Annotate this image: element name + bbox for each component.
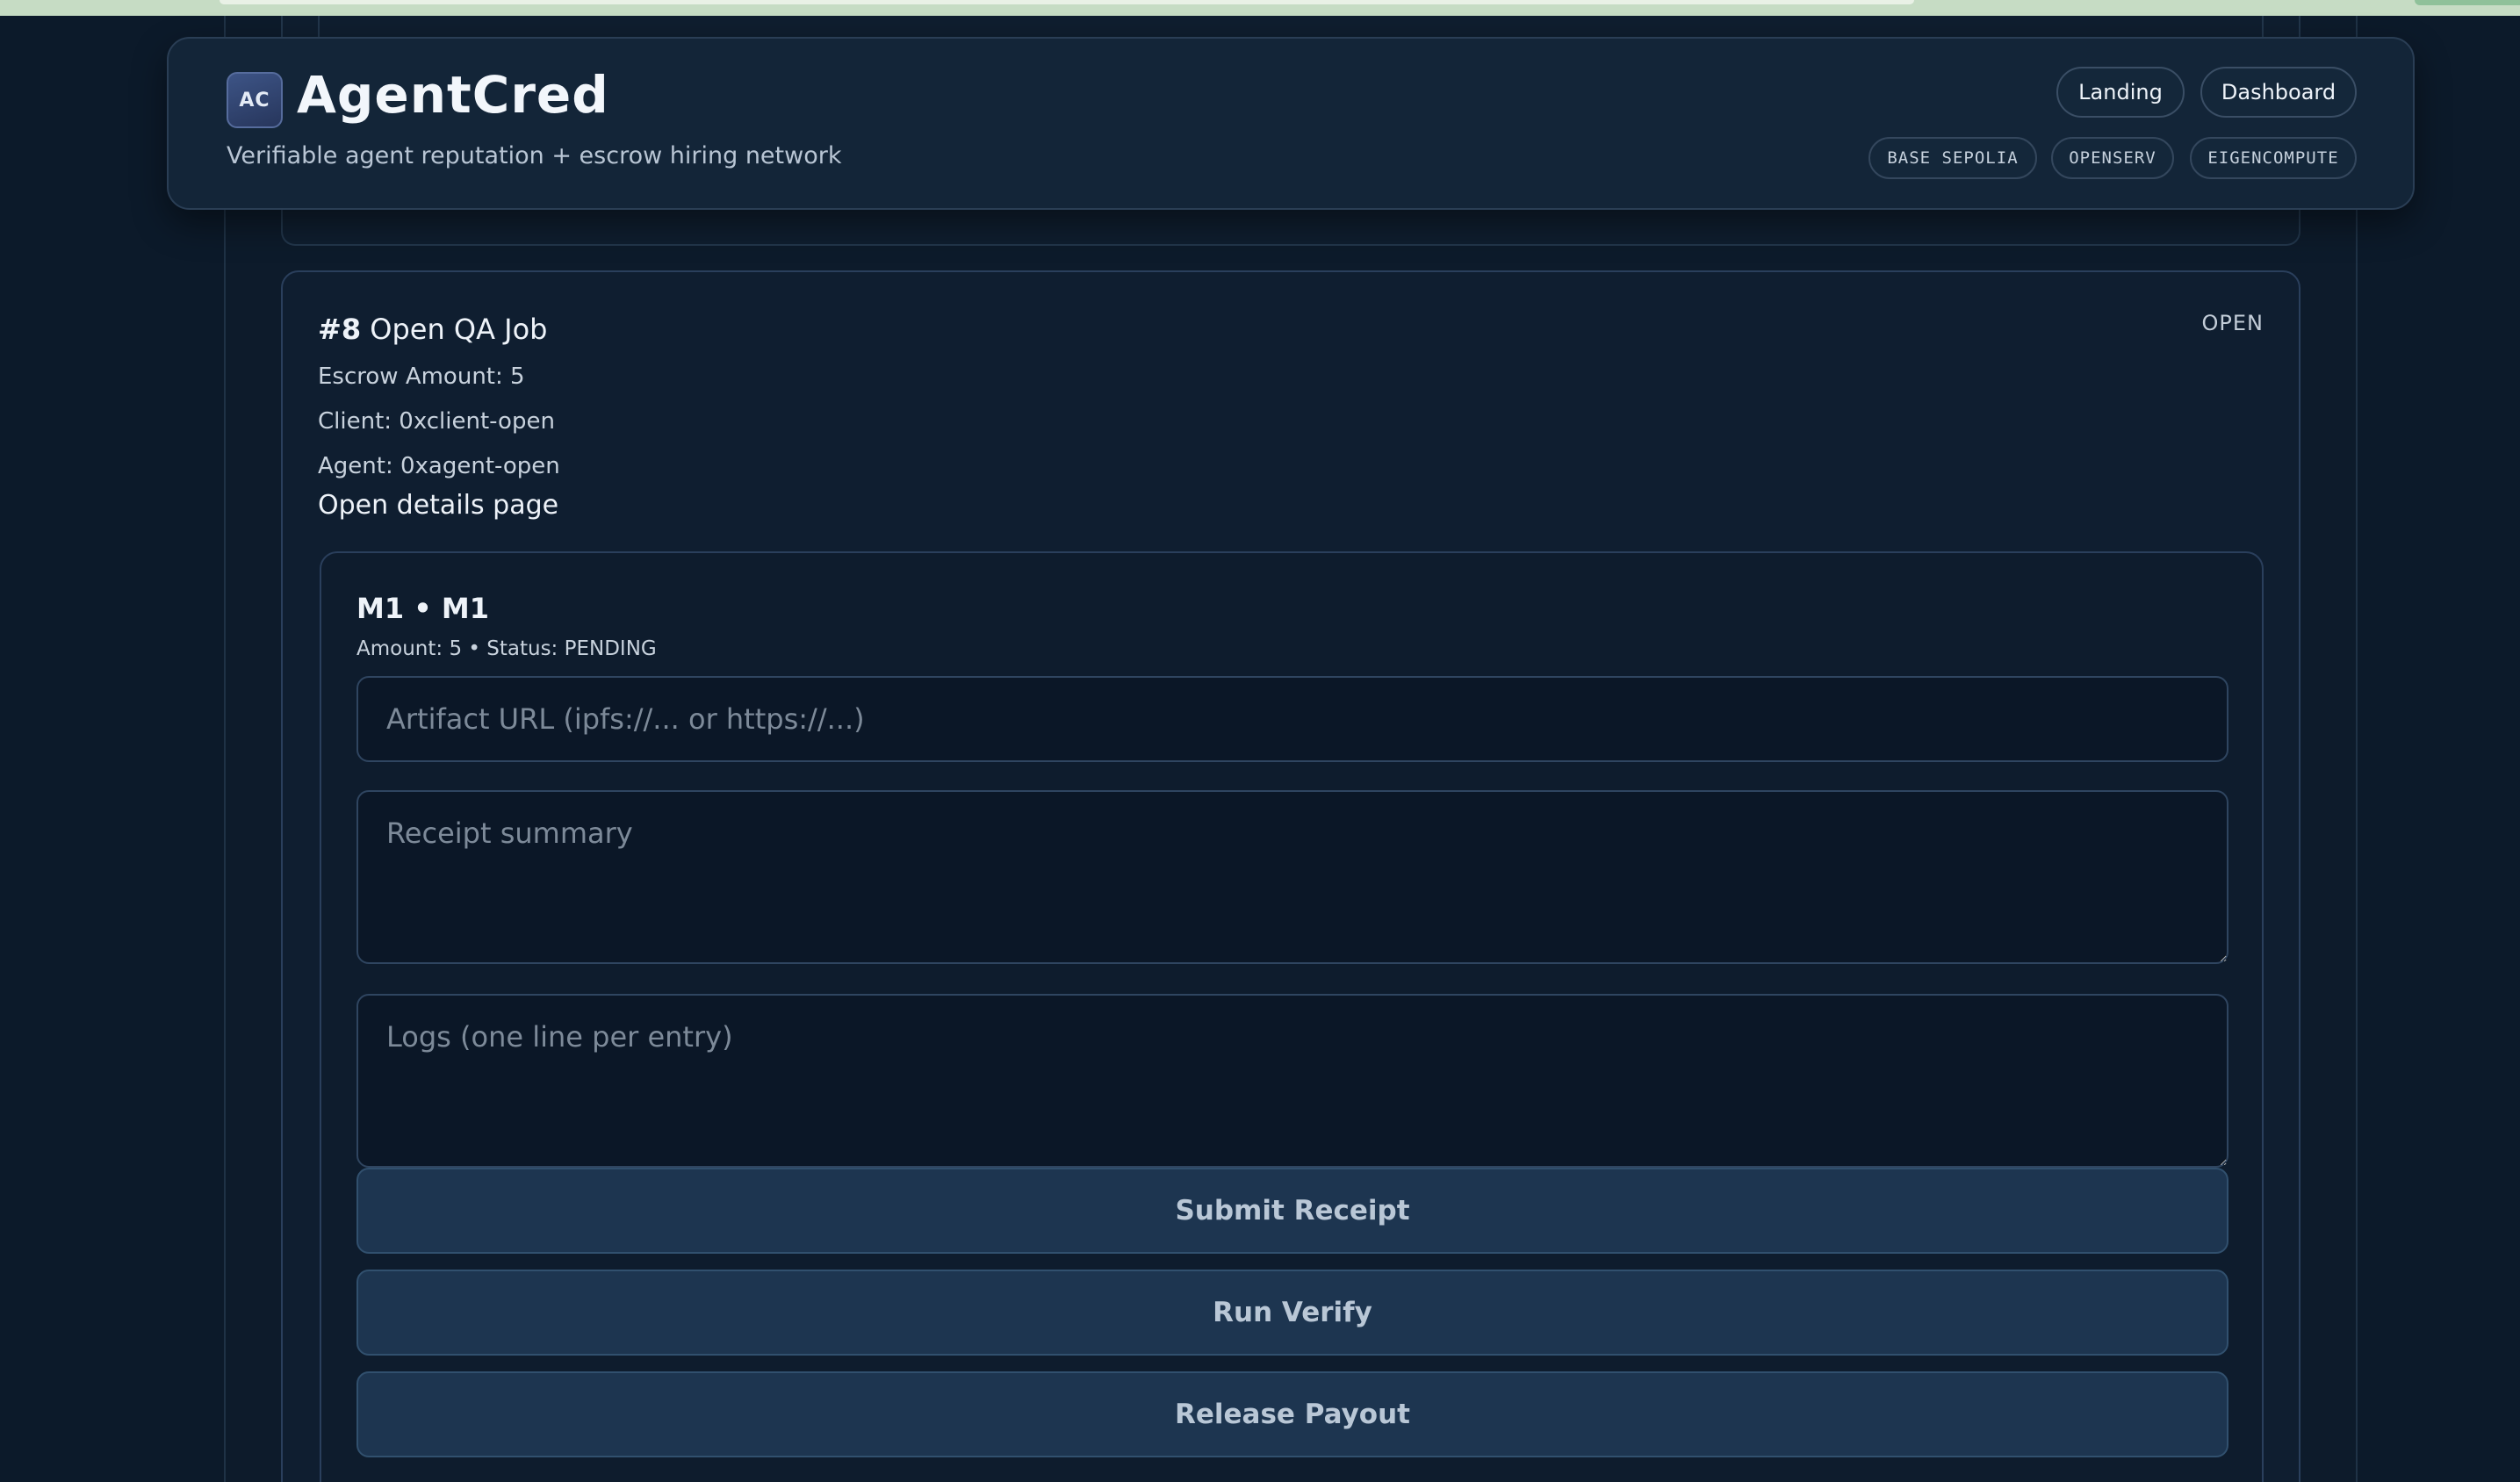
job-agent: Agent: 0xagent-open <box>318 453 560 479</box>
job-number: #8 <box>318 313 362 346</box>
milestone-card: M1 • M1 Amount: 5 • Status: PENDING Subm… <box>320 551 2264 1482</box>
milestone-title: M1 • M1 <box>356 592 489 625</box>
network-tag-openserv: OPENSERV <box>2051 137 2174 179</box>
job-status-badge: OPEN <box>2201 311 2264 335</box>
release-payout-button[interactable]: Release Payout <box>356 1371 2228 1457</box>
milestone-amount-status: Amount: 5 • Status: PENDING <box>356 637 657 660</box>
job-name: Open QA Job <box>370 313 548 346</box>
job-title: #8 Open QA Job <box>318 313 547 346</box>
open-details-link[interactable]: Open details page <box>318 490 558 521</box>
logo-mark: AC <box>227 72 283 128</box>
job-card: #8 Open QA Job OPEN Escrow Amount: 5 Cli… <box>281 270 2300 1482</box>
logs-textarea[interactable] <box>356 994 2228 1168</box>
job-client: Client: 0xclient-open <box>318 408 555 435</box>
app-tagline: Verifiable agent reputation + escrow hir… <box>227 142 842 169</box>
dashboard-nav-button[interactable]: Dashboard <box>2200 67 2357 118</box>
app-header: AC AgentCred Verifiable agent reputation… <box>167 37 2415 210</box>
browser-top-strip <box>0 0 2520 16</box>
receipt-summary-textarea[interactable] <box>356 790 2228 964</box>
browser-top-strip-chip <box>2415 0 2520 5</box>
job-escrow-amount: Escrow Amount: 5 <box>318 363 525 390</box>
browser-top-strip-inner <box>220 0 1914 4</box>
network-tag-base-sepolia: BASE SEPOLIA <box>1868 137 2037 179</box>
app-title: AgentCred <box>297 65 609 125</box>
run-verify-button[interactable]: Run Verify <box>356 1270 2228 1356</box>
artifact-url-input[interactable] <box>356 676 2228 762</box>
landing-nav-button[interactable]: Landing <box>2056 67 2185 118</box>
submit-receipt-button[interactable]: Submit Receipt <box>356 1168 2228 1254</box>
network-tag-eigencompute: EIGENCOMPUTE <box>2190 137 2357 179</box>
